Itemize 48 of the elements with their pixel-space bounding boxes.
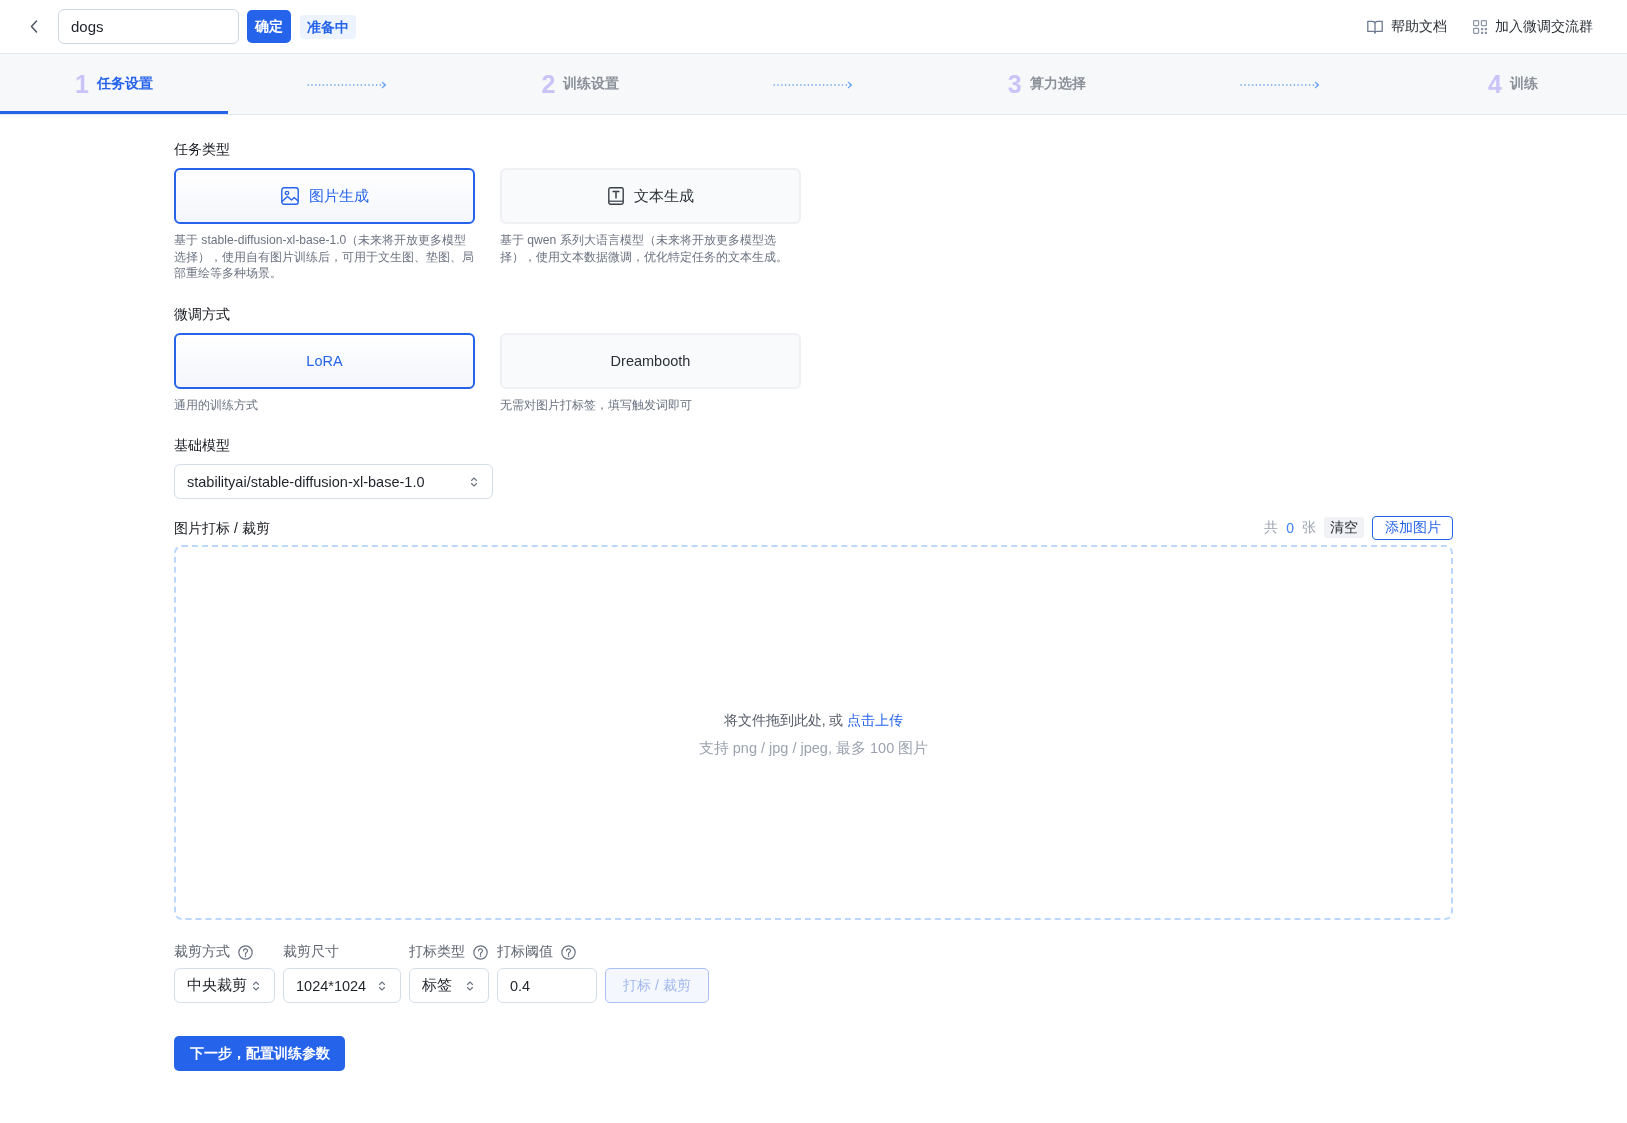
section-label: 基础模型 bbox=[174, 436, 230, 455]
section-label: 微调方式 bbox=[174, 304, 230, 324]
chevron-updown-icon bbox=[378, 979, 386, 992]
chevron-updown-icon bbox=[252, 979, 260, 992]
section-label: 任务类型 bbox=[174, 140, 230, 159]
clear-button[interactable]: 清空 bbox=[1324, 517, 1364, 538]
confirm-button[interactable]: 确定 bbox=[247, 10, 291, 43]
dropzone-text: 将文件拖到此处, 或 点击上传 bbox=[723, 710, 904, 730]
dotted-arrow-icon bbox=[1239, 81, 1320, 89]
option-description: 基于 stable-diffusion-xl-base-1.0（未来将开放更多模型选择），使用自有图片训练后，可用于文生图、垫图、局部重绘等多种场景。 bbox=[174, 232, 475, 282]
upload-link[interactable]: 点击上传 bbox=[847, 711, 904, 728]
image-count: 0 bbox=[1286, 519, 1294, 536]
image-icon bbox=[280, 187, 299, 205]
dropdown-select[interactable]: 中央裁剪 bbox=[174, 968, 275, 1003]
qr-code-icon bbox=[1473, 19, 1487, 34]
text-input[interactable]: 0.4 bbox=[497, 968, 597, 1003]
count-unit: 张 bbox=[1302, 518, 1316, 537]
option-card[interactable]: LoRA bbox=[174, 332, 475, 389]
upload-dropzone[interactable]: 将文件拖到此处, 或 点击上传 支持 png / jpg / jpeg, 最多 100 图片 bbox=[174, 545, 1453, 920]
field-label: 打标类型 bbox=[409, 943, 465, 961]
option-description: 基于 qwen 系列大语言模型（未来将开放更多模型选择），使用文本数据微调，优化特定任务的文本生成。 bbox=[500, 232, 789, 265]
option-card[interactable]: 文本生成 bbox=[500, 168, 801, 224]
dropzone-hint: 支持 png / jpg / jpeg, 最多 100 图片 bbox=[698, 738, 929, 758]
section-label: 图片打标 / 裁剪 bbox=[174, 518, 270, 538]
count-label: 共 bbox=[1264, 518, 1279, 537]
name-field[interactable]: dogs bbox=[58, 9, 239, 44]
back-icon[interactable] bbox=[30, 20, 38, 33]
dropdown-select[interactable]: 标签 bbox=[409, 968, 489, 1003]
header-link[interactable]: 帮助文档 bbox=[1367, 17, 1447, 36]
header-link[interactable]: 加入微调交流群 bbox=[1473, 17, 1593, 36]
dotted-arrow-icon bbox=[773, 81, 854, 89]
status-badge: 准备中 bbox=[300, 14, 356, 39]
next-step-button[interactable]: 下一步，配置训练参数 bbox=[174, 1036, 345, 1071]
text-document-icon bbox=[607, 187, 624, 205]
option-description: 无需对图片打标签，填写触发词即可 bbox=[500, 396, 693, 413]
dotted-arrow-icon bbox=[307, 81, 388, 89]
book-icon bbox=[1367, 19, 1383, 34]
option-card[interactable]: 图片生成 bbox=[174, 168, 475, 224]
chevron-updown-icon bbox=[470, 475, 478, 488]
chevron-updown-icon bbox=[466, 979, 474, 992]
field-label: 裁剪尺寸 bbox=[283, 943, 339, 961]
model-select[interactable]: stabilityai/stable-diffusion-xl-base-1.0 bbox=[174, 464, 493, 499]
field-label: 裁剪方式 bbox=[174, 943, 230, 961]
option-card[interactable]: Dreambooth bbox=[500, 332, 801, 389]
add-images-button[interactable]: 添加图片 bbox=[1372, 515, 1453, 540]
dropdown-select[interactable]: 1024*1024 bbox=[283, 968, 401, 1003]
field-label: 打标阈值 bbox=[497, 943, 553, 961]
option-description: 通用的训练方式 bbox=[174, 396, 259, 413]
